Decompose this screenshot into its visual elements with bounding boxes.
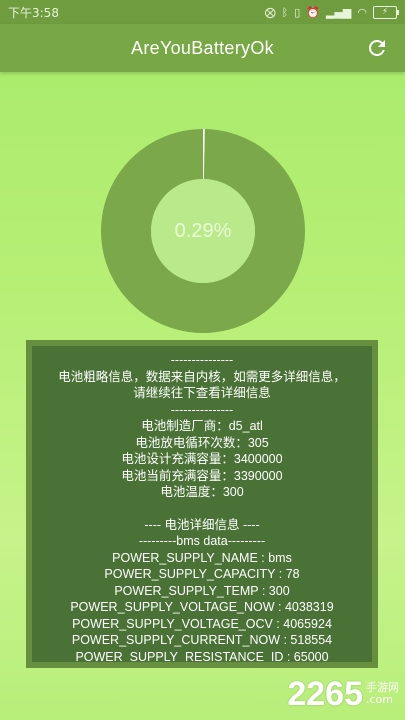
info-line: 电池制造厂商：d5_atl [141, 419, 263, 433]
info-line: POWER_SUPPLY_VOLTAGE_OCV : 4065924 [72, 616, 332, 631]
info-line: POWER_SUPPLY_RESISTANCE : 179442 [32, 665, 372, 668]
info-line: POWER_SUPPLY_CURRENT_NOW : 518554 [71, 633, 333, 647]
app-bar: AreYouBatteryOk [0, 24, 405, 72]
info-line: 请继续往下查看详细信息 [133, 386, 271, 400]
watermark-text: 手游网 .com [366, 682, 399, 706]
donut-center-label: 0.29% [174, 219, 232, 242]
refresh-icon [368, 39, 385, 56]
wifi-icon: ◠ [357, 5, 367, 19]
battery-info-text: --------------- 电池粗略信息，数据来自内核，如需更多详细信息， 请继… [32, 346, 372, 668]
info-line: 电池当前充满容量：3390000 [121, 468, 283, 483]
refresh-button[interactable] [363, 34, 391, 62]
info-line: 电池放电循环次数：305 [135, 435, 269, 450]
info-line: POWER_SUPPLY_TEMP : 300 [114, 583, 290, 598]
status-bar: 下午3:58 ⨂ ᛒ ▯ ⏰ ▂▄▆ ◠ ⚡ [0, 0, 405, 24]
info-line: --------------- [170, 353, 234, 367]
mute-icon: ⨂ [264, 5, 276, 19]
info-line: 电池粗略信息，数据来自内核，如需更多详细信息， [58, 369, 346, 384]
info-line: ---- 电池详细信息 ---- [144, 517, 260, 532]
vibrate-icon: ▯ [294, 5, 301, 19]
alarm-icon: ⏰ [306, 5, 320, 19]
info-line [32, 501, 372, 517]
info-line: POWER_SUPPLY_VOLTAGE_NOW : 4038319 [70, 600, 334, 614]
info-line: --------------- [170, 402, 234, 417]
info-line: ---------bms data--------- [138, 534, 266, 548]
watermark-line2: .com [366, 693, 393, 706]
app-title: AreYouBatteryOk [131, 37, 274, 58]
info-line: POWER_SUPPLY_NAME : bms [112, 550, 292, 565]
battery-info-panel[interactable]: --------------- 电池粗略信息，数据来自内核，如需更多详细信息， 请继… [26, 340, 378, 668]
info-line: POWER_SUPPLY_RESISTANCE_ID : 65000 [75, 649, 329, 664]
info-line: 电池温度：300 [160, 485, 244, 499]
watermark-logo: 2265 手游网 .com [287, 675, 399, 714]
signal-icon: ▂▄▆ [326, 5, 352, 19]
watermark-number: 2265 [287, 675, 363, 713]
status-icons: ⨂ ᛒ ▯ ⏰ ▂▄▆ ◠ ⚡ [264, 5, 399, 19]
info-line: 电池设计充满容量：3400000 [121, 452, 283, 466]
status-time: 下午3:58 [8, 5, 59, 20]
info-line: POWER_SUPPLY_CAPACITY : 78 [104, 567, 300, 581]
battery-donut-chart: 0.29% [100, 128, 306, 334]
bluetooth-icon: ᛒ [281, 5, 289, 19]
battery-charging-icon: ⚡ [373, 5, 399, 19]
